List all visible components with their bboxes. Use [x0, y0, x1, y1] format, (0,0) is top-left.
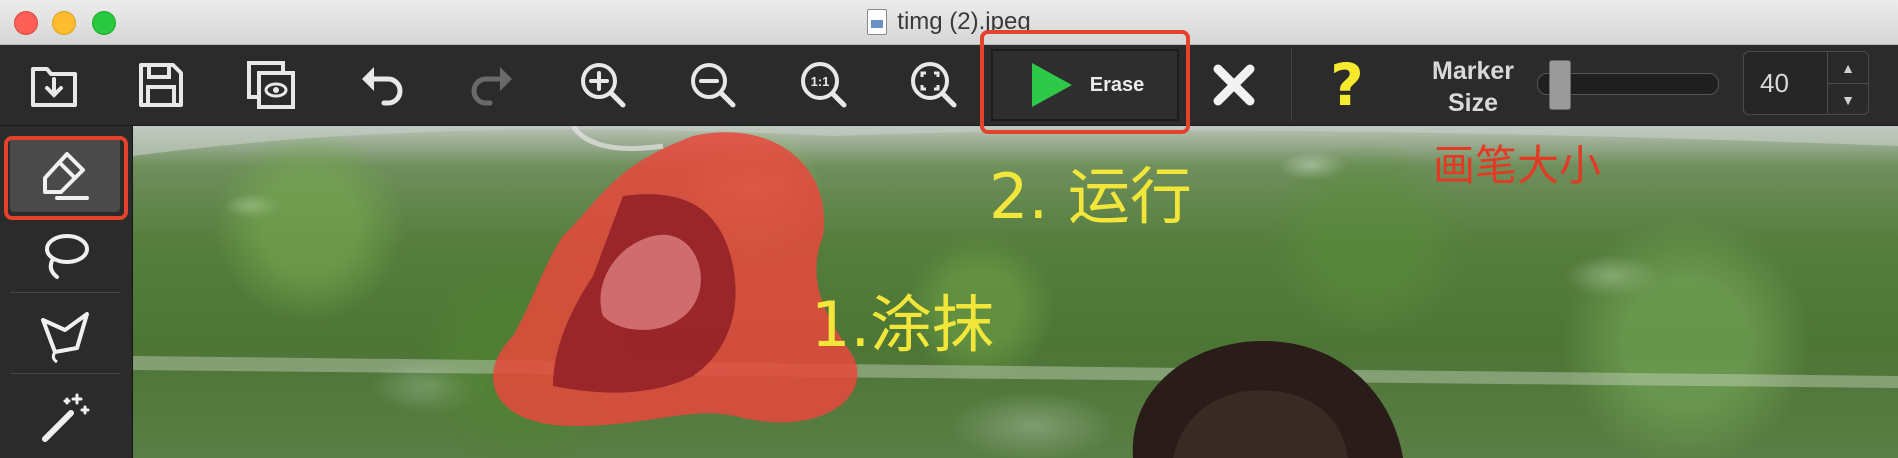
redo-button[interactable] [462, 55, 522, 115]
undo-icon [362, 67, 403, 106]
marker-size-input[interactable]: 40 [1743, 51, 1827, 115]
undo-button[interactable] [352, 55, 412, 115]
annotation-step-run: 2. 运行 [989, 160, 1192, 233]
help-icon: ? [1330, 51, 1364, 119]
lasso-tool[interactable] [10, 217, 120, 293]
polygon-lasso-tool[interactable] [10, 298, 120, 374]
marker-size-label: Marker Size [1432, 57, 1514, 117]
zoom-fit-button[interactable] [904, 55, 964, 115]
polygon-lasso-icon [41, 311, 89, 363]
zoom-out-icon [691, 63, 736, 108]
import-icon [31, 67, 77, 107]
marker-size-stepper[interactable]: ▲ ▼ [1827, 51, 1869, 115]
close-icon [1213, 64, 1255, 106]
preview-compare-button[interactable] [241, 55, 301, 115]
annotation-step-paint: 1.涂抹 [811, 288, 995, 361]
zoom-ratio-text: 1:1 [811, 74, 830, 89]
zoom-in-button[interactable] [573, 55, 633, 115]
help-button[interactable]: ? [1317, 51, 1377, 119]
lasso-icon [45, 233, 89, 279]
stepper-up-icon[interactable]: ▲ [1828, 52, 1868, 84]
zoom-out-button[interactable] [683, 55, 743, 115]
stepper-down-icon[interactable]: ▼ [1828, 84, 1868, 115]
preview-compare-icon [247, 61, 295, 109]
toolbar-separator [1291, 49, 1292, 121]
marker-size-slider-thumb[interactable] [1549, 60, 1571, 110]
brush-tool-highlight-box [4, 136, 128, 220]
import-button[interactable] [24, 55, 84, 115]
title-bar: timg (2).jpeg [0, 0, 1898, 45]
erase-highlight-box [980, 30, 1190, 134]
magic-wand-tool[interactable] [10, 379, 120, 454]
zoom-actual-size-icon: 1:1 [801, 62, 847, 108]
cancel-button[interactable] [1204, 55, 1264, 115]
jpeg-file-icon [867, 9, 888, 35]
zoom-fit-icon [911, 62, 957, 108]
image-canvas[interactable]: 2. 运行 1.涂抹 画笔大小 [133, 126, 1898, 458]
annotation-brush-size: 画笔大小 [1433, 141, 1602, 190]
save-icon [139, 63, 183, 107]
toolbar: 1:1 Erase ? Marker Size 40 ▲ ▼ [0, 45, 1898, 126]
save-button[interactable] [131, 55, 191, 115]
zoom-in-icon [581, 63, 626, 108]
redo-icon [471, 67, 512, 106]
magic-wand-icon [42, 393, 90, 442]
zoom-actual-size-button[interactable]: 1:1 [794, 55, 854, 115]
